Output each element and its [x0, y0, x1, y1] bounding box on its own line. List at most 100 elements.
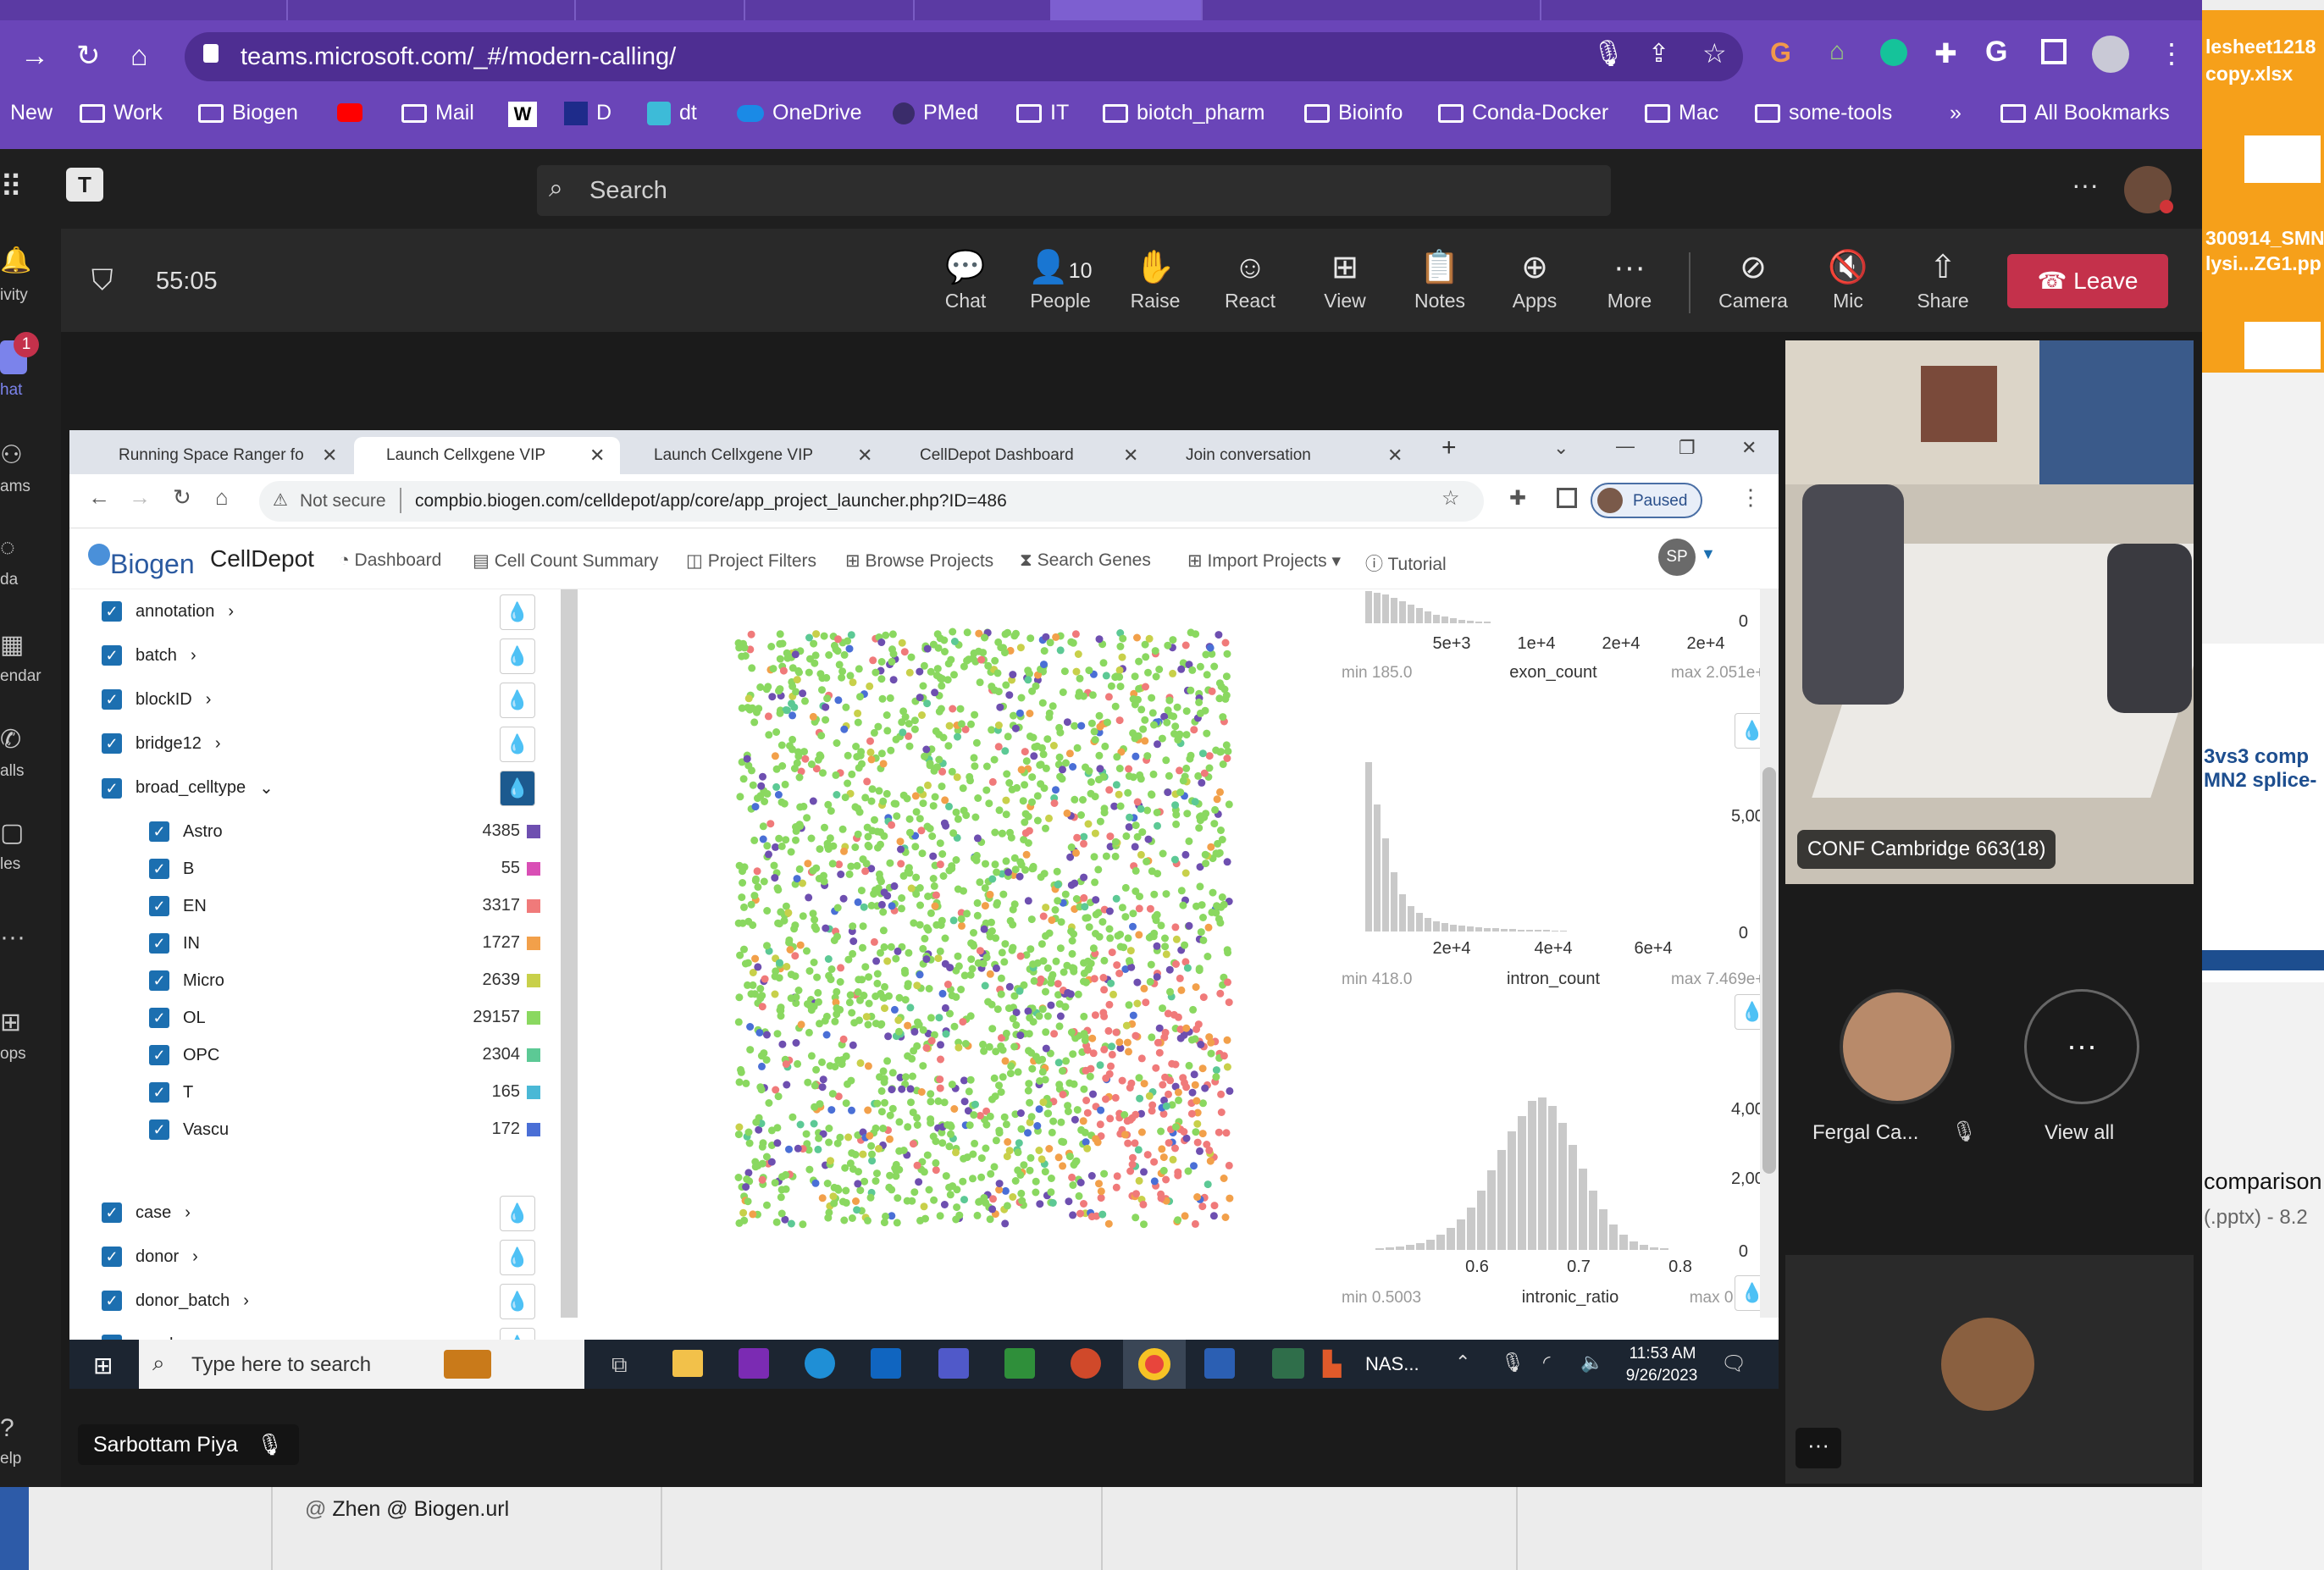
checkbox-checked-icon[interactable]: ✓ — [149, 1045, 169, 1065]
app-launcher-icon[interactable]: ⠿ — [0, 169, 22, 205]
shared-tab[interactable]: CellDepot Dashboard — [888, 437, 1154, 474]
nav-tutorial[interactable]: ⓘ Tutorial — [1365, 550, 1447, 576]
category-donor[interactable]: ✓ donor › — [102, 1247, 198, 1267]
sheets-icon[interactable] — [1004, 1348, 1035, 1379]
celltype-row[interactable]: ✓ IN — [149, 933, 200, 954]
notes-button[interactable]: 📋 Notes — [1396, 246, 1484, 312]
bookmark-item[interactable]: Biogen — [198, 101, 298, 125]
help-icon[interactable]: ? — [0, 1414, 14, 1443]
checkbox-checked-icon[interactable]: ✓ — [102, 1247, 122, 1267]
mic-icon[interactable]: 🎙 — [1592, 39, 1624, 69]
mic-tray-icon[interactable]: 🎙 — [1501, 1352, 1524, 1374]
category-blockid[interactable]: ✓ blockID › — [102, 689, 211, 710]
tray-chevron-icon[interactable]: ⌃ — [1455, 1352, 1470, 1374]
reload-icon[interactable]: ↻ — [76, 39, 101, 73]
all-bookmarks[interactable]: All Bookmarks — [2000, 101, 2170, 125]
celltype-color-swatch[interactable] — [527, 1011, 540, 1025]
raise-hand-button[interactable]: ✋ Raise — [1111, 246, 1199, 312]
user-avatar[interactable]: SP — [1658, 539, 1696, 576]
share-button[interactable]: ⇧ Share — [1899, 246, 1987, 312]
address-bar[interactable]: teams.microsoft.com/_#/modern-calling/ — [185, 32, 1743, 81]
checkbox-checked-icon[interactable]: ✓ — [149, 970, 169, 991]
browser-tab-active[interactable] — [1050, 0, 1203, 20]
room-video-tile[interactable]: CONF Cambridge 663(18) — [1785, 340, 2194, 884]
google-icon[interactable]: G — [1985, 36, 2007, 69]
bookmark-item[interactable]: PMed — [893, 101, 978, 125]
rail-teams-label[interactable]: ams — [0, 478, 30, 496]
rail-label[interactable]: da — [0, 571, 18, 589]
leave-button[interactable]: ☎ Leave — [2007, 254, 2168, 308]
calls-icon[interactable]: ✆ — [0, 725, 21, 755]
nav-dashboard[interactable]: ◔ Dashboard — [339, 550, 441, 571]
notification-icon[interactable]: 🗨 — [1721, 1352, 1746, 1376]
browser-tab[interactable] — [1372, 0, 1541, 20]
nas-label[interactable]: NAS... — [1365, 1353, 1419, 1375]
checkbox-checked-icon[interactable]: ✓ — [149, 859, 169, 879]
star-icon[interactable]: ☆ — [1702, 37, 1727, 69]
task-view-icon[interactable]: ⧉ — [611, 1352, 628, 1379]
rail-calls-label[interactable]: alls — [0, 762, 25, 781]
celltype-color-swatch[interactable] — [527, 1086, 540, 1099]
forward-icon[interactable]: → — [20, 39, 49, 73]
celltype-row[interactable]: ✓ Astro — [149, 821, 223, 842]
bookmark-item[interactable]: Bioinfo — [1304, 101, 1403, 125]
more-options-icon[interactable]: ··· — [1796, 1428, 1841, 1468]
checkbox-checked-icon[interactable]: ✓ — [102, 777, 122, 799]
react-button[interactable]: ☺ React — [1206, 246, 1294, 312]
color-by-button[interactable]: 💧 — [500, 727, 535, 762]
home-icon[interactable]: ⌂ — [215, 484, 229, 511]
bookmarks-overflow[interactable]: » — [1950, 101, 1962, 125]
more-button[interactable]: ··· More — [1585, 246, 1674, 312]
bookmark-item[interactable]: Work — [80, 101, 163, 125]
celltype-color-swatch[interactable] — [527, 1123, 540, 1136]
checkbox-checked-icon[interactable]: ✓ — [149, 1119, 169, 1140]
celltype-color-swatch[interactable] — [527, 974, 540, 987]
app-name[interactable]: CellDepot — [210, 545, 314, 572]
checkbox-checked-icon[interactable]: ✓ — [149, 821, 169, 842]
page-scrollbar[interactable] — [1760, 589, 1779, 1318]
checkbox-checked-icon[interactable]: ✓ — [102, 601, 122, 622]
volume-icon[interactable]: 🔈 — [1580, 1352, 1603, 1374]
close-tab-icon[interactable]: ✕ — [1387, 437, 1403, 474]
reload-icon[interactable]: ↻ — [173, 484, 191, 511]
word-icon[interactable] — [1204, 1348, 1235, 1379]
home-icon[interactable]: ⌂ — [130, 39, 148, 73]
celltype-row[interactable]: ✓ OL — [149, 1008, 206, 1028]
back-icon[interactable]: ← — [88, 484, 110, 511]
checkbox-checked-icon[interactable]: ✓ — [102, 689, 122, 710]
category-case[interactable]: ✓ case › — [102, 1202, 191, 1223]
teams-app-icon[interactable] — [938, 1348, 969, 1379]
color-by-button[interactable]: 💧 — [500, 639, 535, 674]
celltype-row[interactable]: ✓ T — [149, 1082, 193, 1103]
rail-apps-label[interactable]: ops — [0, 1045, 26, 1064]
rail-chat-label[interactable]: hat — [0, 381, 22, 400]
wifi-icon[interactable]: ◜ — [1543, 1352, 1551, 1374]
bookmark-item[interactable]: some-tools — [1755, 101, 1892, 125]
nav-browse-projects[interactable]: ⊞ Browse Projects — [845, 550, 993, 572]
shared-tab[interactable]: Join conversation — [1154, 437, 1475, 474]
chat-link[interactable]: @ Zhen @ Biogen.url — [305, 1497, 509, 1522]
browser-tab[interactable] — [576, 0, 745, 20]
mic-button[interactable]: 🔇 Mic — [1804, 246, 1892, 312]
nav-search-genes[interactable]: ⧗ Search Genes — [1020, 550, 1151, 571]
rail-help-label[interactable]: elp — [0, 1450, 21, 1468]
teams-icon[interactable]: ⚇ — [0, 440, 23, 470]
apps-icon[interactable]: ⊞ — [0, 1008, 21, 1037]
bookmark-item[interactable]: dt — [647, 101, 697, 125]
category-bridge12[interactable]: ✓ bridge12 › — [102, 733, 221, 754]
category-batch[interactable]: ✓ batch › — [102, 645, 196, 666]
nav-cell-count-summary[interactable]: ▤ Cell Count Summary — [473, 550, 658, 572]
checkbox-checked-icon[interactable]: ✓ — [149, 896, 169, 916]
paused-profile-chip[interactable]: Paused — [1591, 483, 1702, 518]
wikipedia-icon[interactable]: W — [508, 102, 537, 127]
extensions-icon[interactable]: ✚ — [1509, 486, 1526, 511]
close-window-icon[interactable]: ✕ — [1741, 437, 1757, 459]
browser-tab[interactable] — [119, 0, 288, 20]
browser-tab[interactable] — [745, 0, 915, 20]
people-button[interactable]: 👤10 People — [1016, 246, 1104, 312]
bookmark-item[interactable]: New — [10, 101, 53, 125]
category-annotation[interactable]: ✓ annotation › — [102, 601, 234, 622]
checkbox-checked-icon[interactable]: ✓ — [149, 1082, 169, 1103]
extension-icon[interactable]: G — [1770, 37, 1791, 69]
scrollbar-thumb[interactable] — [1762, 767, 1776, 1174]
